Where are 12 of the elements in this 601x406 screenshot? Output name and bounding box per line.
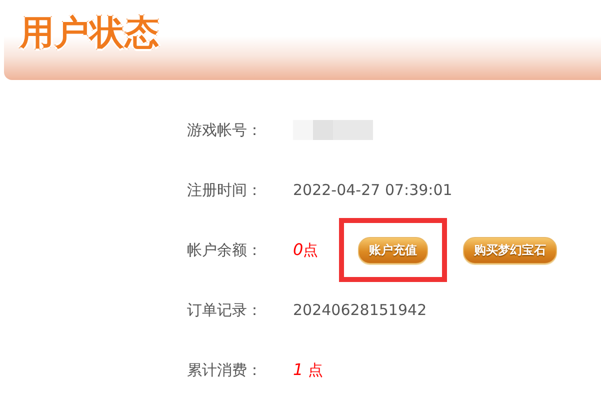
field-label: 注册时间： [187,180,263,200]
field-value: 20240628151942 [293,301,427,319]
field-value: 2022-04-27 07:39:01 [293,181,452,199]
points-value: 1 点 [293,360,324,380]
field-label: 累计消费： [187,360,263,380]
page-title: 用户状态 [20,12,160,55]
action-button[interactable]: 购买梦幻宝石 [463,236,557,264]
action-button[interactable]: 账户充值 [358,236,428,264]
points-value: 0点 [293,240,320,260]
field-label: 订单记录： [187,300,263,320]
field-label: 游戏帐号： [187,120,263,140]
field-label: 帐户余额： [187,240,263,260]
